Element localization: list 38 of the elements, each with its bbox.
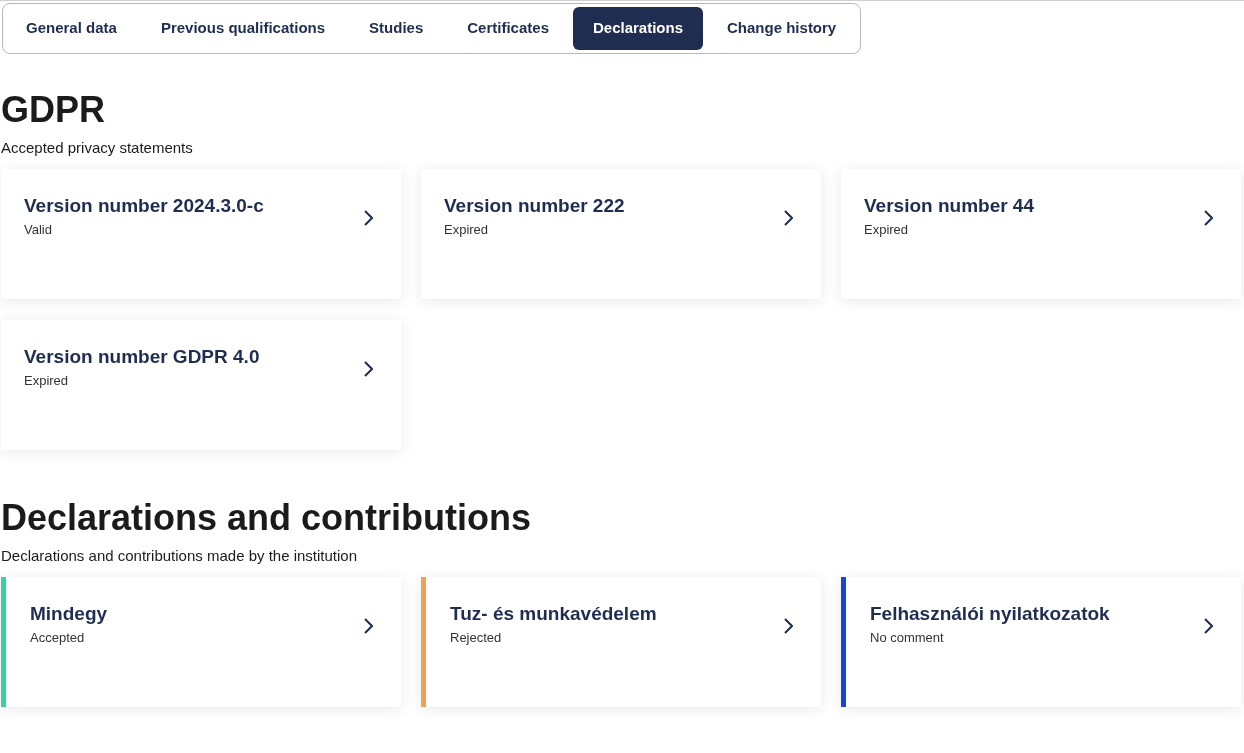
card-title: Tuz- és munkavédelem bbox=[450, 602, 657, 626]
declaration-card[interactable]: Version number 44 Expired bbox=[841, 169, 1241, 299]
card-status: No comment bbox=[870, 629, 945, 647]
chevron-right-icon bbox=[783, 210, 793, 226]
declaration-card[interactable]: Mindegy Accepted bbox=[1, 577, 401, 707]
chevron-right-icon bbox=[363, 361, 373, 377]
card-status: Rejected bbox=[450, 629, 503, 647]
tab[interactable]: Change history bbox=[707, 7, 857, 50]
chevron-right-icon bbox=[363, 618, 373, 634]
declaration-card[interactable]: Felhasználói nyilatkozatok No comment bbox=[841, 577, 1241, 707]
card-status: Valid bbox=[24, 221, 53, 239]
chevron-right-icon bbox=[783, 618, 793, 634]
card-status: Accepted bbox=[30, 629, 86, 647]
chevron-right-icon bbox=[1203, 618, 1213, 634]
card-title: Felhasználói nyilatkozatok bbox=[870, 602, 1110, 626]
tab[interactable]: Declarations bbox=[573, 7, 704, 50]
tab[interactable]: General data bbox=[6, 7, 137, 50]
card-title: Version number GDPR 4.0 bbox=[24, 345, 260, 369]
card-status: Expired bbox=[24, 372, 70, 390]
chevron-right-icon bbox=[1203, 210, 1213, 226]
card-title: Mindegy bbox=[30, 602, 108, 626]
declaration-card[interactable]: Version number 2024.3.0-c Valid bbox=[1, 169, 401, 299]
card-title: Version number 44 bbox=[864, 194, 1034, 218]
card-title: Version number 222 bbox=[444, 194, 625, 218]
tab[interactable]: Studies bbox=[349, 7, 444, 50]
chevron-right-icon bbox=[363, 210, 373, 226]
tab[interactable]: Previous qualifications bbox=[140, 7, 346, 50]
card-status: Expired bbox=[444, 221, 490, 239]
card-title: Version number 2024.3.0-c bbox=[24, 194, 264, 218]
declaration-card[interactable]: Version number 222 Expired bbox=[421, 169, 821, 299]
section-subtitle: Accepted privacy statements bbox=[1, 138, 194, 158]
declaration-card[interactable]: Version number GDPR 4.0 Expired bbox=[1, 320, 401, 450]
section-heading: GDPR bbox=[1, 88, 106, 132]
declaration-card[interactable]: Tuz- és munkavédelem Rejected bbox=[421, 577, 821, 707]
section-subtitle: Declarations and contributions made by the institution bbox=[1, 546, 359, 566]
card-status: Expired bbox=[864, 221, 910, 239]
tab[interactable]: Certificates bbox=[447, 7, 569, 50]
section-heading: Declarations and contributions bbox=[1, 496, 533, 540]
